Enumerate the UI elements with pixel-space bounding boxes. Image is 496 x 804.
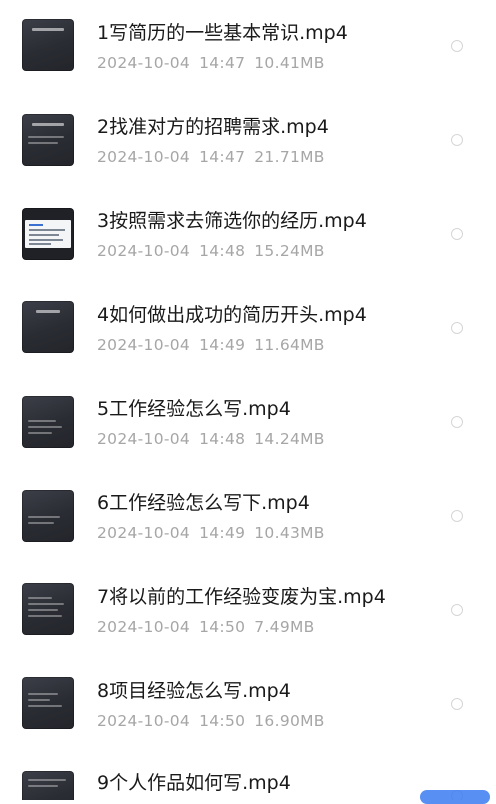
file-date: 2024-10-04 — [97, 148, 191, 166]
file-name: 3按照需求去筛选你的经历.mp4 — [97, 210, 367, 232]
file-time: 14:48 — [199, 430, 246, 448]
file-size: 15.24MB — [254, 242, 325, 260]
video-thumbnail-icon — [22, 677, 74, 729]
file-meta: 2024-10-04 14:48 14.24MB — [97, 429, 334, 449]
file-date: 2024-10-04 — [97, 618, 191, 636]
select-radio[interactable] — [451, 604, 463, 616]
select-radio[interactable] — [451, 322, 463, 334]
file-time: 14:48 — [199, 242, 246, 260]
file-row[interactable]: 6工作经验怎么写下.mp4 2024-10-04 14:49 10.43MB — [0, 470, 496, 564]
file-name: 6工作经验怎么写下.mp4 — [97, 492, 310, 514]
file-row[interactable]: 5工作经验怎么写.mp4 2024-10-04 14:48 14.24MB — [0, 376, 496, 470]
file-date: 2024-10-04 — [97, 242, 191, 260]
file-size: 14.24MB — [254, 430, 325, 448]
file-size: 10.41MB — [254, 54, 325, 72]
file-time: 14:50 — [199, 618, 246, 636]
select-radio[interactable] — [451, 40, 463, 52]
file-meta: 2024-10-04 14:50 16.90MB — [97, 711, 334, 731]
file-meta: 2024-10-04 14:47 21.71MB — [97, 147, 334, 167]
file-meta: 2024-10-04 14:48 15.24MB — [97, 241, 334, 261]
file-size: 16.90MB — [254, 712, 325, 730]
file-date: 2024-10-04 — [97, 54, 191, 72]
select-radio[interactable] — [451, 134, 463, 146]
select-radio[interactable] — [451, 698, 463, 710]
file-size: 21.71MB — [254, 148, 325, 166]
file-date: 2024-10-04 — [97, 430, 191, 448]
file-name: 1写简历的一些基本常识.mp4 — [97, 22, 348, 44]
file-size: 7.49MB — [254, 618, 315, 636]
file-date: 2024-10-04 — [97, 336, 191, 354]
file-time: 14:50 — [199, 712, 246, 730]
file-date: 2024-10-04 — [97, 524, 191, 542]
file-row[interactable]: 3按照需求去筛选你的经历.mp4 2024-10-04 14:48 15.24MB — [0, 188, 496, 282]
file-meta: 2024-10-04 14:49 11.64MB — [97, 335, 334, 355]
file-name: 8项目经验怎么写.mp4 — [97, 680, 291, 702]
video-thumbnail-icon — [22, 301, 74, 353]
file-name: 9个人作品如何写.mp4 — [97, 772, 291, 794]
select-radio[interactable] — [451, 228, 463, 240]
file-row[interactable]: 7将以前的工作经验变废为宝.mp4 2024-10-04 14:50 7.49MB — [0, 564, 496, 658]
video-thumbnail-icon — [22, 19, 74, 71]
file-size: 11.64MB — [254, 336, 325, 354]
file-date: 2024-10-04 — [97, 712, 191, 730]
file-name: 7将以前的工作经验变废为宝.mp4 — [97, 586, 386, 608]
floating-action-button[interactable] — [420, 790, 490, 804]
file-name: 5工作经验怎么写.mp4 — [97, 398, 291, 420]
file-meta: 2024-10-04 14:47 10.41MB — [97, 53, 334, 73]
file-meta: 2024-10-04 14:50 7.49MB — [97, 617, 324, 637]
video-thumbnail-icon — [22, 490, 74, 542]
file-row[interactable]: 1写简历的一些基本常识.mp4 2024-10-04 14:47 10.41MB — [0, 0, 496, 94]
video-thumbnail-icon — [22, 583, 74, 635]
file-size: 10.43MB — [254, 524, 325, 542]
file-time: 14:47 — [199, 54, 246, 72]
select-radio[interactable] — [451, 510, 463, 522]
file-row[interactable]: 2找准对方的招聘需求.mp4 2024-10-04 14:47 21.71MB — [0, 94, 496, 188]
file-name: 4如何做出成功的简历开头.mp4 — [97, 304, 367, 326]
file-row[interactable]: 4如何做出成功的简历开头.mp4 2024-10-04 14:49 11.64MB — [0, 282, 496, 376]
file-time: 14:47 — [199, 148, 246, 166]
file-time: 14:49 — [199, 336, 246, 354]
video-thumbnail-icon — [22, 771, 74, 800]
file-time: 14:49 — [199, 524, 246, 542]
file-name: 2找准对方的招聘需求.mp4 — [97, 116, 329, 138]
video-thumbnail-icon — [22, 396, 74, 448]
file-row[interactable]: 8项目经验怎么写.mp4 2024-10-04 14:50 16.90MB — [0, 658, 496, 752]
file-meta: 2024-10-04 14:49 10.43MB — [97, 523, 334, 543]
video-thumbnail-icon — [22, 208, 74, 260]
select-radio[interactable] — [451, 416, 463, 428]
video-thumbnail-icon — [22, 114, 74, 166]
